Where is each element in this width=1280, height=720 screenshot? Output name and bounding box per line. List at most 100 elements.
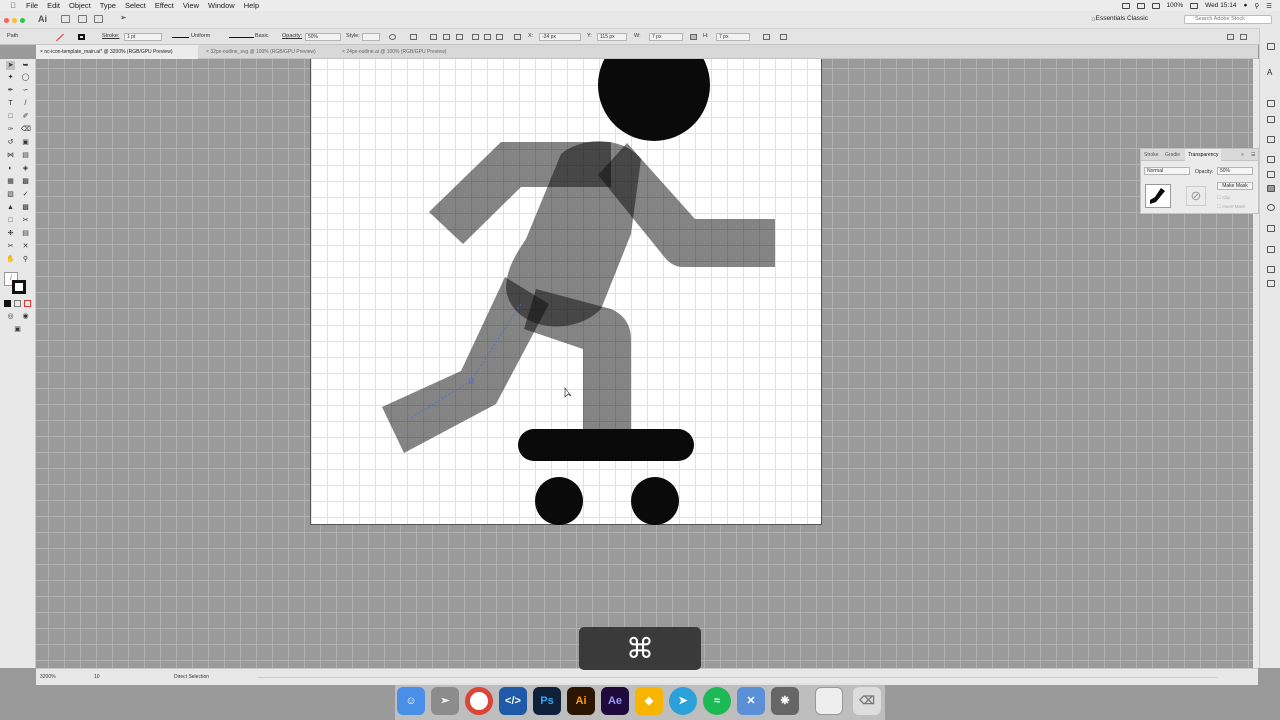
scale-tool-icon[interactable]: ▣ xyxy=(21,138,30,147)
fill-none-icon[interactable] xyxy=(56,33,64,42)
graphic-styles-icon[interactable] xyxy=(1267,171,1275,178)
stroke-profile-select[interactable]: Uniform xyxy=(191,33,210,39)
artboard[interactable] xyxy=(310,59,822,525)
knife-tool-icon[interactable]: ✕ xyxy=(21,242,30,251)
artboards-panel-icon[interactable] xyxy=(1267,280,1275,287)
no-mask-icon[interactable]: ⊘ xyxy=(1186,186,1206,206)
head-shape[interactable] xyxy=(598,59,710,141)
appearance-icon[interactable] xyxy=(1267,204,1275,211)
menu-effect[interactable]: Effect xyxy=(155,1,174,10)
finder-icon[interactable]: ☺ xyxy=(397,687,425,715)
free-transform-tool-icon[interactable]: ▤ xyxy=(21,151,30,160)
style-swatch[interactable] xyxy=(362,33,380,41)
transparency-panel-icon[interactable] xyxy=(1267,185,1275,192)
control-bar-menu-icon[interactable] xyxy=(1240,34,1247,40)
battery-icon[interactable] xyxy=(1190,2,1199,9)
align-middle-icon[interactable] xyxy=(484,34,491,40)
draw-inside-icon[interactable]: ◉ xyxy=(21,312,30,321)
w-field[interactable]: 7 px xyxy=(649,33,683,41)
symbol-sprayer-tool-icon[interactable]: ❉ xyxy=(6,229,15,238)
perspective-grid-tool-icon[interactable]: ▦ xyxy=(6,177,15,186)
current-tool-status[interactable]: Direct Selection xyxy=(174,673,209,681)
canvas-area[interactable] xyxy=(36,59,1253,668)
mesh-tool-icon[interactable]: ▩ xyxy=(21,177,30,186)
opacity-label[interactable]: Opacity: xyxy=(282,33,302,39)
horizontal-scrollbar[interactable] xyxy=(258,677,1218,678)
gradient-mode-icon[interactable] xyxy=(14,300,21,307)
paintbrush-tool-icon[interactable]: ✐ xyxy=(21,112,30,121)
screen-icon[interactable] xyxy=(1121,2,1130,9)
more-options-icon[interactable] xyxy=(780,34,787,40)
photoshop-icon[interactable]: Ps xyxy=(533,687,561,715)
transform-panel-icon[interactable] xyxy=(1267,246,1275,253)
hand-tool-icon[interactable]: ✋ xyxy=(6,255,15,264)
wifi-icon[interactable] xyxy=(1151,2,1160,9)
blend-mode-select[interactable]: Normal xyxy=(1144,167,1190,175)
workspace-switcher[interactable]: Essentials Classic xyxy=(1096,15,1148,22)
align-bottom-icon[interactable] xyxy=(496,34,503,40)
live-paint-tool-icon[interactable]: ◈ xyxy=(21,164,30,173)
align-to-icon[interactable] xyxy=(410,34,417,40)
panel-menu-icon[interactable] xyxy=(1227,34,1234,40)
after-effects-icon[interactable]: Ae xyxy=(601,687,629,715)
scissors-tool-icon[interactable]: ✂ xyxy=(6,242,15,251)
stroke-swatch-icon[interactable] xyxy=(12,280,26,294)
trash-icon[interactable]: ⌫ xyxy=(853,687,881,715)
menu-window[interactable]: Window xyxy=(208,1,235,10)
paint-app-icon[interactable]: ❋ xyxy=(771,687,799,715)
shape-builder-tool-icon[interactable]: ◐ xyxy=(6,164,15,173)
draw-normal-icon[interactable]: ◎ xyxy=(6,312,15,321)
invert-mask-checkbox[interactable]: ☐ Invert Mask xyxy=(1217,204,1246,210)
align-center-icon[interactable] xyxy=(443,34,450,40)
width-tool-icon[interactable]: ⋈ xyxy=(6,151,15,160)
menu-type[interactable]: Type xyxy=(100,1,116,10)
menu-object[interactable]: Object xyxy=(69,1,91,10)
selection-tool-icon[interactable]: ➤ xyxy=(6,61,15,70)
shaper-tool-icon[interactable]: ✑ xyxy=(6,125,15,134)
zoom-tool-icon[interactable]: ⚲ xyxy=(21,255,30,264)
make-mask-button[interactable]: Make Mask xyxy=(1217,182,1253,190)
screen-mode-icon[interactable]: ▣ xyxy=(13,325,22,334)
opacity-field[interactable]: 50% xyxy=(1217,167,1253,175)
chrome-icon[interactable] xyxy=(465,687,493,715)
right-wheel[interactable] xyxy=(631,477,679,525)
clock[interactable]: Wed 15:14 xyxy=(1205,2,1236,9)
tool-app-icon[interactable]: ✕ xyxy=(737,687,765,715)
none-mode-icon[interactable] xyxy=(24,300,31,307)
column-graph-tool-icon[interactable]: ▤ xyxy=(21,229,30,238)
magic-wand-tool-icon[interactable]: ✦ xyxy=(6,73,15,82)
maximize-window-button[interactable] xyxy=(20,18,25,23)
constrain-proportions-icon[interactable] xyxy=(690,34,697,40)
tab-24px-outline[interactable]: × 24px-outline.ai @ 100% (RGB/GPU Previe… xyxy=(338,45,464,59)
layers-icon[interactable] xyxy=(1267,266,1275,273)
illustrator-dock-icon[interactable]: Ai xyxy=(567,687,595,715)
back-leg-shape[interactable] xyxy=(382,277,549,453)
type-tool-icon[interactable]: T xyxy=(6,99,15,108)
blend-tool-icon[interactable]: ▲ xyxy=(6,203,15,212)
eraser-tool-icon[interactable]: ⌫ xyxy=(21,125,31,134)
recolor-icon[interactable] xyxy=(389,34,396,40)
color-panel-icon[interactable] xyxy=(1267,43,1275,50)
menu-view[interactable]: View xyxy=(183,1,199,10)
battery-percent[interactable]: 100% xyxy=(1167,2,1184,9)
rocket-icon[interactable]: ➢ xyxy=(120,13,129,22)
direct-selection-tool-icon[interactable]: ➥ xyxy=(21,61,30,70)
stroke-weight-field[interactable]: 1 pt xyxy=(124,33,162,41)
tab-gradient[interactable]: Gradie xyxy=(1165,149,1180,161)
tab-stroke[interactable]: Stroke xyxy=(1144,149,1158,161)
launchpad-icon[interactable]: ➢ xyxy=(431,687,459,715)
lasso-tool-icon[interactable]: ◯ xyxy=(21,73,30,82)
skateboard-deck[interactable] xyxy=(518,429,694,461)
symbols-icon[interactable] xyxy=(1267,156,1275,163)
rotate-tool-icon[interactable]: ↺ xyxy=(6,138,15,147)
transform-icon[interactable] xyxy=(514,34,521,40)
slice-tool-icon[interactable]: ✂ xyxy=(21,216,30,225)
stroke-color-icon[interactable] xyxy=(78,34,85,40)
align-panel-icon[interactable] xyxy=(1267,225,1275,232)
zoom-field[interactable]: 3200% xyxy=(40,673,56,681)
user-icon[interactable]: ● xyxy=(1243,2,1247,9)
align-top-icon[interactable] xyxy=(472,34,479,40)
brush-select[interactable]: Basic xyxy=(255,33,268,39)
pen-tool-icon[interactable]: ✒ xyxy=(6,86,15,95)
menu-help[interactable]: Help xyxy=(244,1,259,10)
